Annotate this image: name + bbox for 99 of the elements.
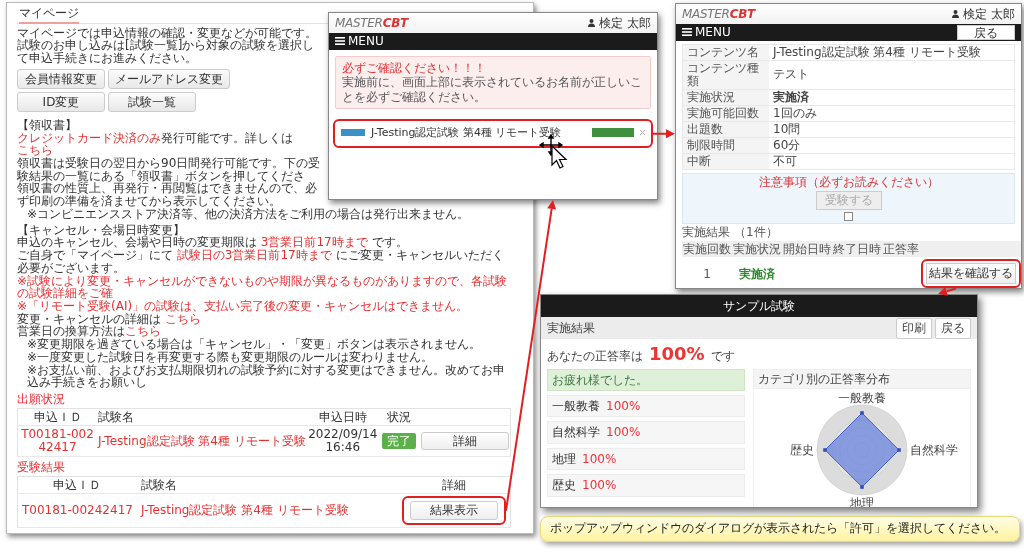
alert-message: 実施前に、画面上部に表示されているお名前が正しいことを必ずご確認ください。 (342, 75, 643, 105)
page-heading: 実施結果 (547, 320, 595, 336)
user-icon (952, 10, 960, 18)
notice-text: 申込のキャンセル、会場や日時の変更期限は 3営業日前17時まで です。 (17, 235, 408, 250)
category-rate: 100% (582, 451, 617, 467)
category-rate: 100% (582, 478, 617, 493)
column-header: 試験名 (136, 476, 398, 494)
category-name: 自然科学 (552, 425, 600, 440)
window-title: サンプル試験 (723, 298, 795, 314)
menu-button[interactable]: メールアドレス変更 (108, 68, 230, 89)
details-link[interactable]: こちら (125, 324, 161, 339)
column-header: 申込日時 (306, 408, 379, 426)
score-suffix: です (710, 349, 735, 364)
user-icon (588, 19, 596, 27)
menu-label[interactable]: MENU (348, 34, 384, 49)
category-rate: 100% (606, 425, 641, 440)
section-heading: 実施結果 (682, 225, 730, 239)
close-icon[interactable] (640, 130, 645, 136)
view-result-button[interactable]: 結果を確認する (926, 263, 1016, 285)
status-cell: 実施済 (732, 257, 782, 288)
category-name: 歴史 (552, 478, 576, 493)
table-cell: 2022/09/14 16:46 (306, 425, 379, 457)
table-cell: T00181-00242417 (17, 493, 137, 528)
field-label: コンテンツ名 (682, 44, 769, 61)
notice-text: ※お支払い前、およびお支払期限切れの試験予約に対する変更はできません。改めてお申込み手続きをお願いし (27, 362, 506, 390)
category-rate: 100% (606, 399, 641, 414)
menu-button[interactable]: 試験一覧 (108, 91, 196, 112)
user-name: 検定 太郎 (599, 15, 651, 31)
field-value: テスト (769, 60, 1015, 90)
menu-icon[interactable] (682, 28, 692, 37)
section-label: 【キャンセル・会場日時変更】 (17, 222, 185, 237)
logo: MASTERCBT (335, 16, 408, 30)
field-value: J-Testing認定試験 第4種 リモート受験 (769, 44, 1015, 61)
chart-title: カテゴリ別の正答率分布 (754, 369, 970, 389)
column-header: 試験名 (97, 408, 307, 426)
column-header: 終了日時 (832, 240, 882, 258)
menu-button[interactable]: ID変更 (17, 91, 105, 112)
details-link[interactable]: こちら (164, 311, 201, 326)
start-button[interactable] (592, 128, 634, 138)
menu-button[interactable]: 会員情報変更 (17, 68, 105, 89)
status-badge: 完了 (382, 432, 417, 450)
axis-label: 自然科学 (910, 443, 958, 457)
success-message: お疲れ様でした。 (547, 368, 745, 391)
column-header: 申込ＩＤ (17, 408, 97, 426)
score-value: 100% (649, 343, 705, 365)
category-name: 地理 (552, 451, 576, 467)
notice-text: クレジットカード決済のみ発行可能です。詳しくは (17, 130, 293, 145)
table-cell: 1 (682, 257, 732, 288)
details-button[interactable]: 詳細 (421, 431, 509, 451)
section-label: 【領収書】 (17, 117, 77, 132)
menu-icon[interactable] (335, 37, 345, 46)
alert-title: 必ずご確認ください！！！ (342, 61, 487, 76)
category-name: 一般教養 (552, 399, 600, 414)
notice-text: ご自身で「マイページ」にて 試験日の3営業日前17時まで にご変更・キャンセルいただく必要がございます。 (17, 248, 504, 275)
notice-text: 領収書の性質上、再発行・再閲覧はできませんので、必ず印刷の準備を済ませてから表示してください。 (17, 181, 317, 209)
toolbar-button[interactable]: 戻る (935, 317, 971, 339)
table-cell: T00181-00242417 (17, 425, 97, 457)
time-badge (341, 129, 365, 137)
column-header: 実施回数 (682, 240, 732, 258)
toolbar-button[interactable]: 印刷 (896, 317, 932, 339)
result-count: （1件） (734, 225, 778, 239)
status-value: 実施済 (769, 89, 1015, 106)
menu-label[interactable]: MENU (695, 26, 731, 39)
notice-text: 営業日の換算方法は (17, 324, 125, 339)
result-button[interactable]: 結果表示 (410, 501, 498, 520)
column-header: 申込ＩＤ (17, 476, 137, 494)
intro-text: 試験のお申し込みは[試験一覧]から対象の試験を選択して申込手続きにお進みください。 (17, 38, 315, 66)
notice-title: 注意事項（必ずお読みください） (758, 175, 939, 189)
column-header: 詳細 (398, 476, 511, 494)
column-header: 状況 (378, 408, 420, 426)
notice-text: ※「リモート受験(AI)」の試験は、支払い完了後の変更・キャンセルはできません。 (17, 298, 469, 313)
field-label: コンテンツ種類 (682, 60, 769, 90)
field-value: 10問 (769, 121, 1015, 138)
section-heading: 出願状況 (17, 392, 66, 406)
axis-label: 一般教養 (838, 391, 886, 405)
page-title: マイページ (19, 6, 79, 24)
column-header: 実施状況 (732, 240, 782, 258)
field-value: 1回のみ (769, 105, 1015, 122)
field-value: 不可 (769, 153, 1015, 170)
table-cell: J-Testing認定試験 第4種 リモート受験 (136, 493, 398, 528)
details-link[interactable]: こちら (17, 143, 53, 158)
section-heading: 受験結果 (17, 460, 66, 474)
table-cell: J-Testing認定試験 第4種 リモート受験 (97, 425, 307, 457)
axis-label: 歴史 (790, 443, 814, 457)
notice-text: ※コンビニエンスストア決済等、他の決済方法をご利用の場合は発行出来ません。 (27, 206, 470, 221)
user-name: 検定 太郎 (963, 7, 1015, 21)
logo: MASTERCBT (682, 7, 755, 21)
callout-text: ポップアップウィンドウのダイアログが表示されたら「許可」を選択してください。 (550, 521, 1007, 537)
notice-text: 変更・キャンセルの詳細は (17, 311, 161, 326)
column-header: 正答率 (882, 240, 920, 258)
notice-text: 領収書は受験日の翌日から90日間発行可能です。下の受験結果の一覧にある「領収書」ボタンを押してくださ (17, 156, 321, 183)
notice-text: ※試験により変更・キャンセルができないものや期限が異なるものがありますので、各試験の試験詳細をご確 (17, 273, 508, 301)
field-value: 60分 (769, 137, 1015, 154)
column-header: 開始日時 (782, 240, 832, 258)
score-label: あなたの正答率は (547, 349, 643, 364)
checkbox[interactable] (844, 211, 853, 221)
intro-text: マイページでは申込情報の確認・変更などが可能です。 (17, 25, 317, 40)
exam-name: J-Testing認定試験 第4種 リモート受験 (371, 126, 563, 140)
back-button[interactable]: 戻る (957, 25, 1015, 40)
